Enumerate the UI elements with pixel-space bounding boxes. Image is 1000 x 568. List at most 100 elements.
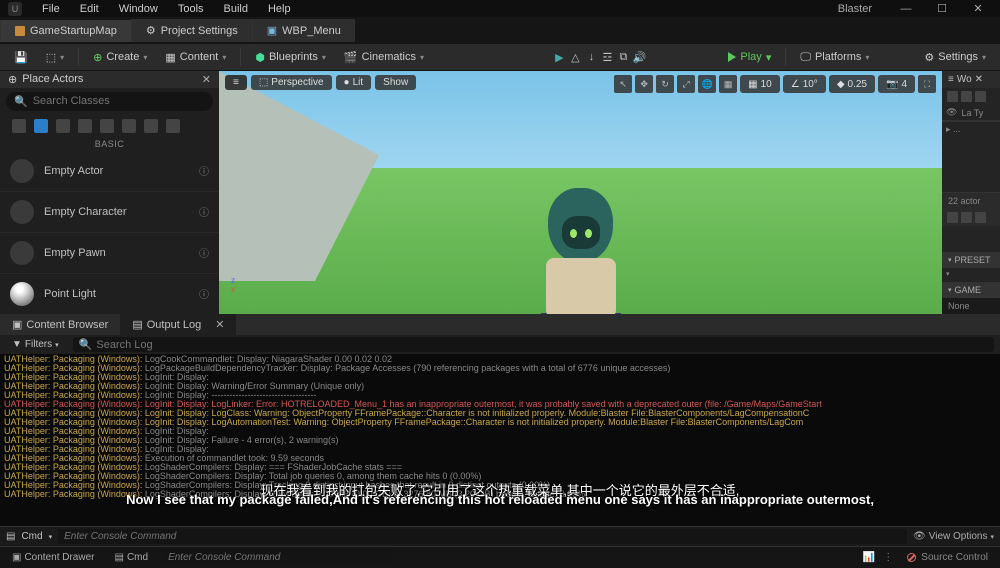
content-browser-tab[interactable]: ▣Content Browser	[0, 314, 120, 335]
output-log-tab[interactable]: ▤Output Log✕	[120, 314, 236, 335]
log-search-box[interactable]: 🔍	[73, 337, 994, 352]
grid-snap-value[interactable]: ▦ 10	[740, 75, 780, 93]
viewport[interactable]: ≡ ⬚Perspective ●Lit Show ↖ ✥ ↻ ⤢ 🌐 ▦ ▦ 1…	[219, 71, 942, 314]
view-options-dropdown[interactable]: 👁View Options▾	[913, 531, 994, 542]
scale-snap-value[interactable]: ◆ 0.25	[829, 75, 875, 93]
save-icon: 💾	[14, 51, 28, 64]
surface-snap-toggle[interactable]: ▦	[719, 75, 737, 93]
tool-c-icon[interactable]: ↓	[584, 50, 598, 64]
axis-gizmo: zx	[231, 276, 261, 306]
menu-help[interactable]: Help	[258, 0, 301, 18]
cube-icon: ⬚	[259, 77, 268, 88]
tab-project-settings[interactable]: ⚙ Project Settings	[131, 19, 252, 42]
actor-label: Empty Pawn	[44, 247, 106, 259]
log-content[interactable]: UATHelper: Packaging (Windows): LogCookC…	[0, 354, 1000, 526]
actor-list[interactable]: Empty Actorⓘ Empty Characterⓘ Empty Pawn…	[0, 151, 219, 314]
grid-icon[interactable]	[961, 212, 972, 223]
show-dropdown[interactable]: Show	[375, 75, 416, 90]
rotation-snap-value[interactable]: ∠ 10°	[783, 75, 826, 93]
menu-file[interactable]: File	[32, 0, 70, 18]
actor-empty-pawn[interactable]: Empty Pawn ⓘ	[0, 233, 219, 274]
info-icon[interactable]: ⓘ	[199, 163, 209, 178]
perspective-dropdown[interactable]: ⬚Perspective	[251, 75, 332, 90]
mode-shapes-icon[interactable]	[78, 119, 92, 133]
actor-count: 22 actor	[942, 192, 1000, 209]
menu-tools[interactable]: Tools	[168, 0, 214, 18]
save-button[interactable]: 💾	[6, 47, 36, 68]
camera-speed[interactable]: 📷 4	[878, 75, 915, 93]
panel-header[interactable]: ⊕ Place Actors ✕	[0, 71, 219, 88]
cinematics-dropdown[interactable]: 🎬Cinematics▾	[336, 47, 432, 68]
scene-mountain	[219, 71, 379, 281]
select-tool[interactable]: ↖	[614, 75, 632, 93]
tab-label: WBP_Menu	[282, 25, 341, 37]
actor-empty-actor[interactable]: Empty Actorⓘ	[0, 151, 219, 192]
filters-dropdown[interactable]: ▼Filters▾	[6, 337, 65, 352]
subtitle-english: Now I see that my package failed,And it'…	[50, 495, 950, 504]
info-icon[interactable]: ⓘ	[199, 245, 209, 260]
modes-icon: ⬚	[46, 51, 56, 64]
panel-close-icon[interactable]: ✕	[202, 73, 211, 86]
viewport-maximize[interactable]: ⛶	[918, 75, 936, 93]
minimize-button[interactable]: —	[892, 3, 920, 15]
cmd-label[interactable]: Cmd	[21, 531, 42, 542]
info-icon[interactable]: ⓘ	[199, 204, 209, 219]
scale-tool[interactable]: ⤢	[677, 75, 695, 93]
gear-icon[interactable]	[975, 91, 986, 102]
tab-wbp-menu[interactable]: ▣ WBP_Menu	[252, 19, 355, 42]
game-section[interactable]: ▾GAME	[942, 282, 1000, 298]
mode-recent-icon[interactable]	[12, 119, 26, 133]
tool-d-icon[interactable]: ☲	[600, 50, 614, 64]
close-icon[interactable]: ✕	[215, 318, 224, 331]
tool-a-icon[interactable]: ▶	[552, 50, 566, 64]
tab-label: GameStartupMap	[30, 25, 117, 37]
platforms-dropdown[interactable]: 🖵Platforms▾	[792, 47, 877, 68]
content-button[interactable]: ▦Content▾	[157, 47, 234, 68]
close-button[interactable]: ✕	[964, 2, 992, 15]
settings-dropdown[interactable]: ⚙Settings▾	[916, 47, 994, 68]
mode-all-icon[interactable]	[166, 119, 180, 133]
details-icon[interactable]	[947, 212, 958, 223]
star-icon[interactable]	[975, 212, 986, 223]
create-dropdown[interactable]: ⊕Create▾	[85, 47, 155, 68]
none-value: None	[942, 298, 1000, 314]
blueprints-dropdown[interactable]: ⬢Blueprints▾	[247, 47, 334, 68]
lit-dropdown[interactable]: ●Lit	[336, 75, 372, 90]
basic-section-header: BASIC	[0, 137, 219, 151]
world-local-toggle[interactable]: 🌐	[698, 75, 716, 93]
rotate-tool[interactable]: ↻	[656, 75, 674, 93]
maximize-button[interactable]: ☐	[928, 2, 956, 15]
menu-edit[interactable]: Edit	[70, 0, 109, 18]
folder-icon[interactable]	[961, 91, 972, 102]
tool-f-icon[interactable]: 🔊	[632, 50, 646, 64]
search-classes-input[interactable]	[33, 95, 205, 107]
tool-b-icon[interactable]: △	[568, 50, 582, 64]
search-icon: 🔍	[14, 95, 28, 108]
mode-lights-icon[interactable]	[56, 119, 70, 133]
modes-dropdown[interactable]: ⬚▾	[38, 47, 72, 68]
menu-window[interactable]: Window	[109, 0, 168, 18]
actor-point-light[interactable]: Point Lightⓘ	[0, 274, 219, 314]
console-command-input[interactable]	[58, 529, 907, 544]
status-bar: ▣Content Drawer ▤Cmd 📊 ⋮ Source Control	[0, 546, 1000, 568]
outliner-tab[interactable]: ≡ Wo ✕	[942, 71, 1000, 88]
translate-tool[interactable]: ✥	[635, 75, 653, 93]
ue-logo-icon: U	[8, 2, 22, 16]
search-icon[interactable]	[947, 91, 958, 102]
menu-build[interactable]: Build	[214, 0, 258, 18]
tool-e-icon[interactable]: ⧉	[616, 50, 630, 64]
tab-gamestartupmap[interactable]: GameStartupMap	[0, 20, 131, 42]
viewport-options-button[interactable]: ≡	[225, 75, 247, 90]
more-icon[interactable]: ⋮	[883, 552, 893, 563]
mode-vol-icon[interactable]	[144, 119, 158, 133]
mode-vfx-icon[interactable]	[122, 119, 136, 133]
preset-section[interactable]: ▾PRESET	[942, 252, 1000, 268]
mode-basic-icon[interactable]	[34, 119, 48, 133]
log-search-input[interactable]	[96, 339, 988, 351]
search-classes-box[interactable]: 🔍	[6, 92, 213, 111]
actor-empty-character[interactable]: Empty Characterⓘ	[0, 192, 219, 233]
info-icon[interactable]: ⓘ	[199, 286, 209, 301]
play-button[interactable]: Play▾	[720, 47, 779, 68]
mode-cine-icon[interactable]	[100, 119, 114, 133]
stats-icon[interactable]: 📊	[863, 552, 875, 563]
